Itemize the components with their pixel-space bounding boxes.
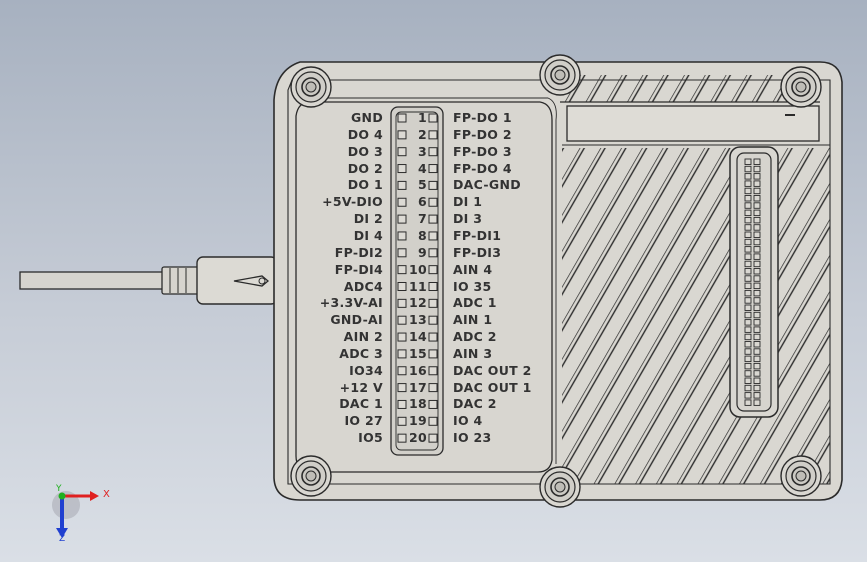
- pin-number: 19: [409, 413, 427, 429]
- pin-left-label: AIN 2: [343, 329, 383, 345]
- pin-right-label: ADC 1: [453, 295, 497, 311]
- pin-left-label: DO 2: [347, 160, 383, 176]
- pin-right-label: IO 35: [453, 278, 492, 294]
- pin-left-label: IO34: [349, 362, 383, 378]
- pin-right-label: ADC 2: [453, 329, 497, 345]
- pin-right-label: FP-DO 4: [453, 160, 512, 176]
- pin-number: 11: [409, 278, 427, 294]
- pin-number: 9: [418, 244, 427, 260]
- pin-right-label: FP-DI3: [453, 244, 502, 260]
- pin-right-label: IO 4: [453, 413, 483, 429]
- pin-right-label: DAC OUT 2: [453, 362, 532, 378]
- pin-left-label: ADC4: [343, 278, 383, 294]
- pin-number: 17: [409, 379, 427, 395]
- pin-number: 13: [409, 312, 427, 328]
- pin-right-label: FP-DO 3: [453, 143, 512, 159]
- pin-number: 3: [418, 143, 427, 159]
- pin-left-label: DO 4: [347, 126, 383, 142]
- pin-right-label: FP-DO 2: [453, 126, 512, 142]
- pin-left-label: GND-AI: [330, 312, 383, 328]
- pin-right-label: FP-DI1: [453, 227, 502, 243]
- pin-number: 14: [409, 329, 427, 345]
- pin-left-label: GND: [351, 110, 383, 125]
- pin-number: 1: [418, 110, 427, 125]
- pin-number: 4: [418, 160, 427, 176]
- pin-left-label: DI 4: [353, 227, 383, 243]
- pin-right-label: AIN 4: [453, 261, 493, 277]
- pin-left-label: DI 2: [353, 211, 383, 227]
- pin-number: 12: [409, 295, 427, 311]
- pin-labels: GND 1 FP-DO 1 DO 4 2 FP-DO 2 DO 3 3 FP-DO 3 DO 2 4…: [0, 0, 867, 562]
- pin-number: 8: [418, 227, 427, 243]
- pin-right-label: DI 3: [453, 211, 483, 227]
- pin-right-label: FP-DO 1: [453, 110, 512, 125]
- pin-left-label: IO5: [358, 430, 383, 446]
- pin-left-label: DO 3: [347, 143, 383, 159]
- pin-left-label: DAC 1: [339, 396, 383, 412]
- pin-number: 20: [409, 430, 427, 446]
- pin-number: 2: [418, 126, 427, 142]
- pin-right-label: DAC-GND: [453, 177, 521, 193]
- pin-right-label: DAC 2: [453, 396, 497, 412]
- pin-number: 18: [409, 396, 427, 412]
- pin-right-label: AIN 3: [453, 345, 493, 361]
- pin-left-label: FP-DI2: [334, 244, 383, 260]
- pin-right-label: DI 1: [453, 194, 483, 210]
- pin-number: 15: [409, 345, 427, 361]
- pin-left-label: DO 1: [347, 177, 383, 193]
- pin-right-label: DAC OUT 1: [453, 379, 532, 395]
- pin-number: 16: [409, 362, 427, 378]
- pin-left-label: +12 V: [339, 379, 383, 395]
- pin-left-label: ADC 3: [339, 345, 383, 361]
- pin-left-label: IO 27: [344, 413, 383, 429]
- pin-left-label: +5V-DIO: [322, 194, 383, 210]
- pin-number: 7: [418, 211, 427, 227]
- pin-left-label: +3.3V-AI: [319, 295, 383, 311]
- pin-left-label: FP-DI4: [334, 261, 383, 277]
- pin-number: 6: [418, 194, 427, 210]
- pin-number: 5: [418, 177, 427, 193]
- pin-number: 10: [409, 261, 427, 277]
- pin-right-label: AIN 1: [453, 312, 493, 328]
- pin-right-label: IO 23: [453, 430, 492, 446]
